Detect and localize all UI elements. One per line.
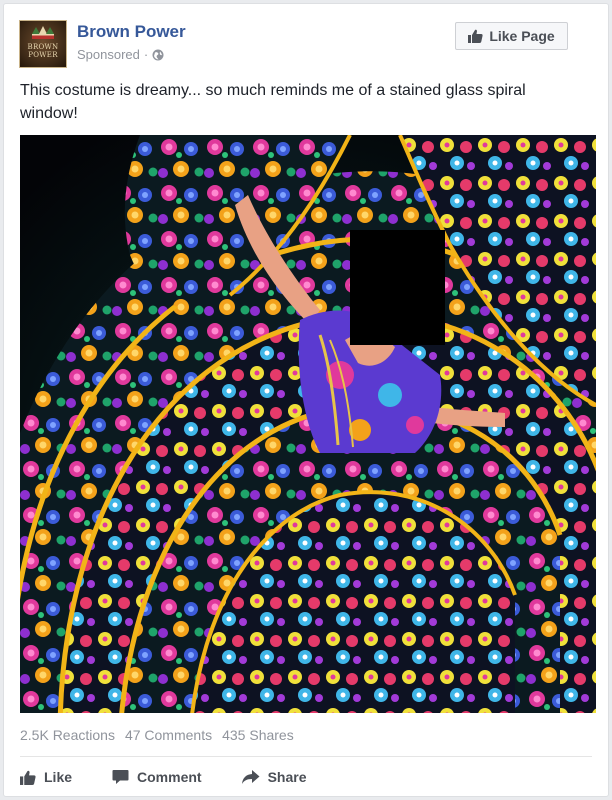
- crown-icon: [32, 26, 54, 39]
- post-caption: This costume is dreamy... so much remind…: [20, 82, 526, 122]
- sponsored-separator: ·: [143, 47, 149, 62]
- share-arrow-icon: [241, 769, 260, 784]
- costume-photo: [20, 135, 596, 713]
- action-divider: [20, 756, 592, 757]
- post-actions: Like Comment Share: [20, 764, 580, 790]
- sponsored-label[interactable]: Sponsored: [77, 47, 140, 62]
- like-label: Like: [44, 769, 73, 785]
- reactions-count[interactable]: 2.5K Reactions: [20, 727, 115, 743]
- thumbs-up-icon: [20, 770, 36, 785]
- comment-icon: [112, 770, 129, 784]
- comment-button[interactable]: Comment: [112, 769, 202, 785]
- comment-label: Comment: [137, 769, 202, 785]
- thumbs-up-icon: [468, 29, 483, 43]
- page-name-link[interactable]: Brown Power: [77, 22, 186, 42]
- comments-count[interactable]: 47 Comments: [125, 727, 212, 743]
- post-header: BROWN POWER Brown Power Sponsored · Like…: [19, 19, 593, 69]
- post-photo[interactable]: [20, 135, 596, 713]
- post-stats: 2.5K Reactions 47 Comments 435 Shares: [20, 727, 294, 743]
- like-button[interactable]: Like: [20, 769, 72, 785]
- share-label: Share: [267, 769, 307, 785]
- sponsored-line: Sponsored ·: [77, 47, 164, 62]
- globe-icon[interactable]: [152, 49, 164, 61]
- avatar-logo-line1: BROWN: [27, 43, 59, 51]
- post-card: BROWN POWER Brown Power Sponsored · Like…: [3, 3, 609, 797]
- like-page-label: Like Page: [489, 28, 555, 44]
- page-avatar[interactable]: BROWN POWER: [19, 20, 67, 68]
- share-button[interactable]: Share: [241, 769, 307, 785]
- shares-count[interactable]: 435 Shares: [222, 727, 294, 743]
- avatar-logo-line2: POWER: [28, 51, 58, 59]
- like-page-button[interactable]: Like Page: [455, 22, 568, 50]
